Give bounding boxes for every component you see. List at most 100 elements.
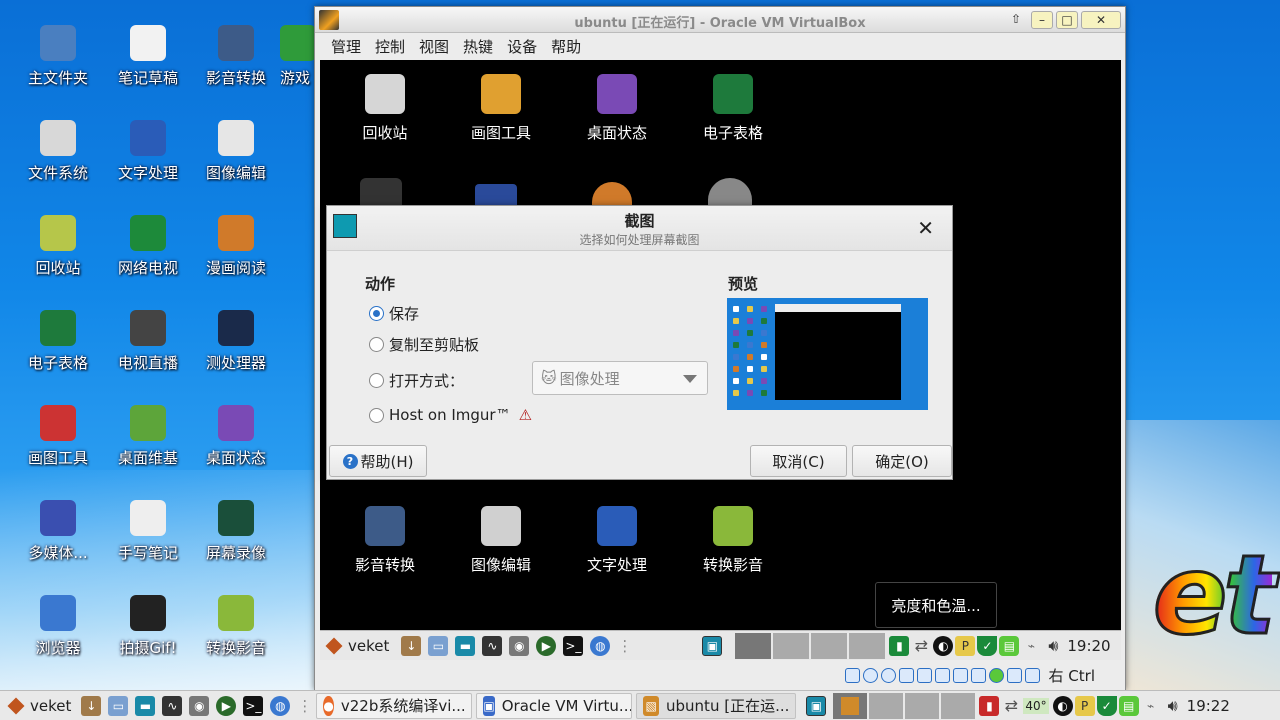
desktop-icon[interactable]: 手写笔记 — [103, 500, 193, 563]
menu-item[interactable]: 热键 — [463, 36, 493, 57]
recording-status-icon[interactable] — [970, 667, 986, 683]
brightness-icon[interactable]: ◐ — [933, 635, 954, 656]
temperature-label[interactable]: 40° — [1023, 697, 1049, 714]
menu-item[interactable]: 设备 — [507, 36, 537, 57]
download-icon[interactable]: ↓ — [81, 695, 102, 716]
task-button-ubuntu-vm[interactable]: ▧ ubuntu [正在运... — [636, 692, 797, 719]
option-copy-clipboard[interactable]: 复制至剪贴板 — [369, 334, 479, 355]
brightness-icon[interactable]: ◐ — [1052, 695, 1073, 716]
workspace-1[interactable] — [735, 632, 772, 659]
task-button-virtualbox-manager[interactable]: ▣ Oracle VM Virtu... — [476, 692, 633, 719]
network-bars-icon[interactable]: ▮ — [979, 695, 1000, 716]
guest-desktop-icon[interactable]: 桌面状态 — [562, 74, 672, 143]
monitor-icon[interactable]: ∿ — [162, 695, 183, 716]
desktop-icon[interactable]: 画图工具 — [13, 405, 103, 468]
screen-icon[interactable]: ▬ — [135, 695, 156, 716]
host-clock[interactable]: 19:22 — [1187, 697, 1230, 715]
desktop-icon[interactable]: 漫画阅读 — [191, 215, 281, 278]
help-button[interactable]: ? 帮助(H) — [329, 445, 427, 477]
monitor-icon[interactable]: ∿ — [482, 635, 503, 656]
folder-icon[interactable]: ▭ — [428, 635, 449, 656]
guest-desktop-icon[interactable]: 转换影音 — [678, 506, 788, 575]
reel-icon[interactable]: ◉ — [189, 695, 210, 716]
network-status-icon[interactable] — [898, 667, 914, 683]
guest-start-button[interactable]: veket — [348, 637, 389, 655]
optical-status-icon[interactable] — [862, 667, 878, 683]
guest-desktop-icon[interactable]: 图像编辑 — [446, 506, 556, 575]
desktop-icon[interactable]: 电视直播 — [103, 310, 193, 373]
dialog-header[interactable]: 截图 选择如何处理屏幕截图 ✕ — [327, 206, 952, 251]
desktop-icon[interactable]: 桌面状态 — [191, 405, 281, 468]
desktop-icon[interactable]: 影音转换 — [191, 25, 281, 88]
guest-desktop-icon[interactable]: 影音转换 — [330, 506, 440, 575]
display-status-icon[interactable] — [952, 667, 968, 683]
desktop-icon[interactable]: 文件系统 — [13, 120, 103, 183]
shield-icon[interactable]: ✓ — [1096, 695, 1117, 716]
option-imgur[interactable]: Host on Imgur™ ⚠ — [369, 406, 532, 424]
minimize-button[interactable]: – — [1031, 11, 1053, 29]
guest-desktop-icon[interactable]: 文字处理 — [562, 506, 672, 575]
guest-desktop-icon[interactable]: 回收站 — [330, 74, 440, 143]
folder-icon[interactable]: ▭ — [108, 695, 129, 716]
hdd-status-icon[interactable] — [844, 667, 860, 683]
screenshot-tray-icon[interactable]: ▣ — [806, 695, 827, 716]
guest-desktop-icon[interactable]: 电子表格 — [678, 74, 788, 143]
desktop-icon[interactable]: 屏幕录像 — [191, 500, 281, 563]
desktop-icon[interactable]: 游戏 — [280, 25, 314, 88]
mouse-status-icon[interactable] — [1006, 667, 1022, 683]
play-icon[interactable]: ▶ — [536, 635, 557, 656]
shared-folder-status-icon[interactable] — [934, 667, 950, 683]
menu-item[interactable]: 管理 — [331, 36, 361, 57]
dialog-close-icon[interactable]: ✕ — [917, 216, 934, 240]
desktop-icon[interactable]: 电子表格 — [13, 310, 103, 373]
desktop-icon[interactable]: 回收站 — [13, 215, 103, 278]
desktop-icon[interactable]: 笔记草稿 — [103, 25, 193, 88]
screenshot-tray-icon[interactable]: ▣ — [702, 635, 723, 656]
workspace-2[interactable] — [869, 692, 904, 719]
audio-status-icon[interactable] — [880, 667, 896, 683]
ok-button[interactable]: 确定(O) — [852, 445, 952, 477]
play-icon[interactable]: ▶ — [216, 695, 237, 716]
task-button-firefox[interactable]: ● v22b系统编译vi... — [316, 692, 473, 719]
browser-icon[interactable]: ◍ — [590, 635, 611, 656]
database-icon[interactable]: ▤ — [1118, 695, 1139, 716]
clipboard-icon[interactable]: P — [1074, 695, 1095, 716]
menu-item[interactable]: 帮助 — [551, 36, 581, 57]
download-icon[interactable]: ↓ — [401, 635, 422, 656]
guest-desktop-icon[interactable]: 画图工具 — [446, 74, 556, 143]
network-arrows-icon[interactable]: ⇄ — [911, 636, 931, 656]
guest-clock[interactable]: 19:20 — [1067, 637, 1110, 655]
workspace-2[interactable] — [773, 632, 810, 659]
browser-icon[interactable]: ◍ — [270, 695, 291, 716]
desktop-icon[interactable]: 浏览器 — [13, 595, 103, 658]
workspace-4[interactable] — [941, 692, 976, 719]
keyboard-status-icon[interactable] — [1024, 667, 1040, 683]
workspace-1[interactable] — [833, 692, 868, 719]
usb-status-icon[interactable] — [916, 667, 932, 683]
workspace-3[interactable] — [811, 632, 848, 659]
network-bars-icon[interactable]: ▮ — [889, 635, 910, 656]
maximize-button[interactable]: □ — [1056, 11, 1078, 29]
workspace-4[interactable] — [849, 632, 886, 659]
database-icon[interactable]: ▤ — [999, 635, 1020, 656]
desktop-icon[interactable]: 图像编辑 — [191, 120, 281, 183]
network-arrows-icon[interactable]: ⇄ — [1001, 696, 1021, 716]
volume-icon[interactable]: 🔊︎ — [1043, 636, 1063, 656]
desktop-icon[interactable]: 桌面维基 — [103, 405, 193, 468]
usb-icon[interactable]: ⌁ — [1141, 696, 1161, 716]
virtualbox-titlebar[interactable]: ubuntu [正在运行] - Oracle VM VirtualBox ⇧ –… — [315, 7, 1125, 33]
usb-icon[interactable]: ⌁ — [1021, 636, 1041, 656]
cancel-button[interactable]: 取消(C) — [750, 445, 847, 477]
option-open-with[interactable]: 打开方式： — [369, 370, 464, 391]
menu-item[interactable]: 视图 — [419, 36, 449, 57]
radio-open-with[interactable] — [369, 373, 384, 388]
terminal-icon[interactable]: >_ — [243, 695, 264, 716]
open-with-select[interactable]: 🐱︎ 图像处理 — [532, 361, 708, 395]
shield-icon[interactable]: ✓ — [977, 635, 998, 656]
volume-icon[interactable]: 🔊︎ — [1163, 696, 1183, 716]
host-start-button[interactable]: veket — [30, 697, 71, 715]
terminal-icon[interactable]: >_ — [563, 635, 584, 656]
desktop-icon[interactable]: 网络电视 — [103, 215, 193, 278]
desktop-icon[interactable]: 测处理器 — [191, 310, 281, 373]
option-save[interactable]: 保存 — [369, 303, 419, 324]
